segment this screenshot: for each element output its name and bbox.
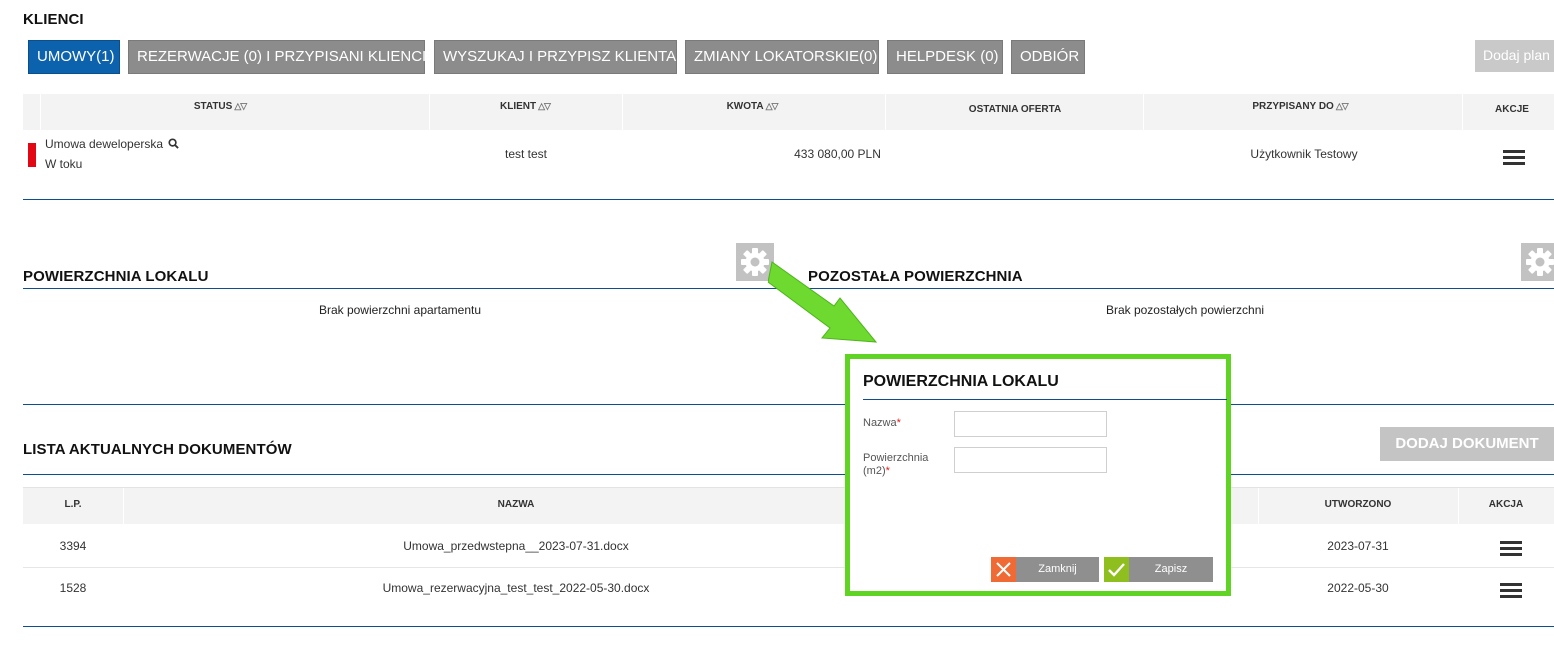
close-icon: [991, 557, 1016, 582]
area-field[interactable]: [954, 447, 1107, 473]
doc-created: 2023-07-31: [1327, 539, 1389, 553]
header-ostatnia-oferta: OSTATNIA OFERTA: [968, 104, 1062, 115]
save-button[interactable]: Zapisz: [1104, 557, 1213, 582]
area-label: Powierzchnia (m2)*: [863, 452, 929, 477]
contract-client: test test: [504, 147, 548, 161]
tab-helpdesk[interactable]: HELPDESK (0): [887, 40, 1003, 74]
surface-title: POWIERZCHNIA LOKALU: [23, 268, 209, 285]
menu-icon[interactable]: [1500, 541, 1522, 557]
name-field[interactable]: [954, 411, 1107, 437]
section-title: KLIENCI: [23, 11, 84, 28]
surface-empty-text: Brak powierzchni apartamentu: [318, 303, 482, 317]
modal-divider: [863, 399, 1227, 400]
add-document-button[interactable]: DODAJ DOKUMENT: [1380, 427, 1554, 461]
tab-zmiany-lokatorskie[interactable]: ZMIANY LOKATORSKIE(0): [685, 40, 879, 74]
header-akcje: AKCJE: [1495, 104, 1529, 115]
documents-title: LISTA AKTUALNYCH DOKUMENTÓW: [23, 441, 292, 458]
divider: [23, 626, 1554, 627]
status-color-marker: [28, 143, 36, 167]
sort-arrows-icon[interactable]: △▽: [766, 101, 779, 111]
remaining-surface-empty-text: Brak pozostałych powierzchni: [1105, 303, 1265, 317]
contract-amount: 433 080,00 PLN: [794, 147, 881, 161]
divider: [23, 199, 1554, 200]
header-lp: L.P.: [64, 499, 82, 510]
header-utworzono: UTWORZONO: [1324, 499, 1392, 510]
divider: [808, 288, 1554, 289]
divider: [23, 474, 1554, 475]
tab-rezerwacje[interactable]: REZERWACJE (0) I PRZYPISANI KLIENCI: [128, 40, 426, 74]
header-klient[interactable]: KLIENT △▽: [455, 101, 595, 112]
close-button[interactable]: Zamknij: [991, 557, 1099, 582]
contract-assigned-to: Użytkownik Testowy: [1250, 147, 1358, 161]
sort-arrows-icon[interactable]: △▽: [538, 101, 551, 111]
row-divider: [23, 567, 1554, 568]
sort-arrows-icon[interactable]: △▽: [1336, 101, 1349, 111]
sort-arrows-icon[interactable]: △▽: [234, 101, 247, 111]
menu-icon[interactable]: [1500, 583, 1522, 599]
tab-odbior[interactable]: ODBIÓR: [1011, 40, 1085, 74]
check-icon: [1104, 557, 1129, 582]
contract-status: W toku: [45, 157, 83, 171]
menu-icon[interactable]: [1503, 150, 1525, 166]
contracts-table-header: [23, 94, 1554, 130]
arrow-pointer: [768, 261, 878, 343]
doc-lp: 3394: [59, 539, 87, 553]
name-label: Nazwa*: [863, 417, 901, 429]
header-status[interactable]: STATUS △▽: [150, 101, 290, 112]
doc-lp: 1528: [59, 581, 87, 595]
gear-icon[interactable]: [1521, 243, 1554, 281]
modal-title: POWIERZCHNIA LOKALU: [863, 373, 1059, 390]
search-icon[interactable]: [168, 138, 180, 149]
contract-type[interactable]: Umowa deweloperska: [45, 137, 180, 151]
divider: [23, 288, 777, 289]
divider: [23, 404, 1554, 405]
header-nazwa: NAZWA: [497, 499, 535, 510]
tab-umowy[interactable]: UMOWY(1): [28, 40, 120, 74]
doc-name[interactable]: Umowa_przedwstepna__2023-07-31.docx: [123, 539, 909, 553]
doc-name[interactable]: Umowa_rezerwacyjna_test_test_2022-05-30.…: [123, 581, 909, 595]
header-przypisany-do[interactable]: PRZYPISANY DO △▽: [1220, 101, 1380, 112]
header-kwota[interactable]: KWOTA △▽: [682, 101, 822, 112]
tab-wyszukaj[interactable]: WYSZUKAJ I PRZYPISZ KLIENTA: [434, 40, 677, 74]
doc-created: 2022-05-30: [1327, 581, 1389, 595]
dodaj-plan-button[interactable]: Dodaj plan: [1475, 40, 1554, 72]
surface-modal: POWIERZCHNIA LOKALU Nazwa* Powierzchnia(…: [845, 354, 1231, 596]
header-akcja: AKCJA: [1488, 499, 1524, 510]
